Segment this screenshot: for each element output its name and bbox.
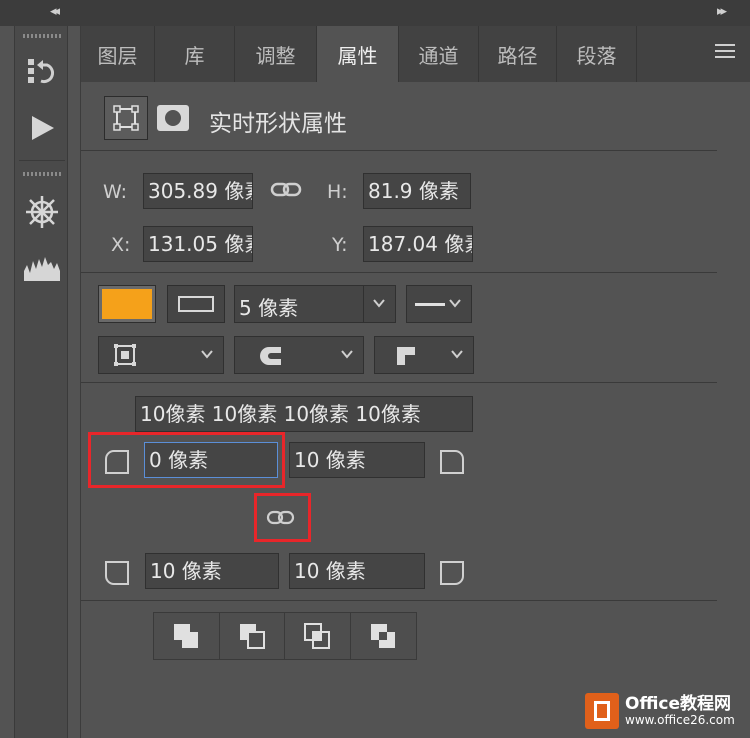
section-divider	[81, 382, 717, 383]
tool-column	[14, 26, 68, 738]
stroke-width-dropdown[interactable]: 5 像素	[234, 285, 396, 323]
y-position-field[interactable]: 187.04 像素	[363, 226, 473, 262]
tab-adjustments[interactable]: 调整	[235, 26, 317, 82]
navigator-wheel-icon[interactable]	[15, 188, 69, 236]
history-icon[interactable]	[15, 48, 69, 96]
section-divider	[81, 150, 717, 151]
toolstrip-grip[interactable]	[23, 34, 61, 38]
top-bar: ◂◂ ▸▸	[0, 0, 750, 26]
top-right-radius-field[interactable]: 10 像素	[289, 442, 425, 478]
stroke-type-dropdown[interactable]	[406, 285, 472, 323]
fill-color-swatch[interactable]	[98, 285, 156, 323]
stroke-cap-dropdown[interactable]	[234, 336, 364, 374]
bottom-left-radius-field[interactable]: 10 像素	[145, 553, 279, 589]
toolstrip-divider	[19, 160, 65, 161]
tab-channels[interactable]: 通道	[399, 26, 479, 82]
tab-paragraph[interactable]: 段落	[557, 26, 637, 82]
miter-join-icon	[397, 347, 415, 365]
height-label: H:	[327, 181, 348, 203]
office-logo-icon	[585, 693, 619, 729]
watermark-title: Office教程网	[625, 693, 732, 714]
bottom-right-radius-field[interactable]: 10 像素	[289, 553, 425, 589]
chevron-down-icon	[341, 350, 353, 359]
bottom-left-corner-icon	[105, 561, 129, 585]
properties-panel: 图层 库 调整 属性 通道 路径 段落 实时形状属性 W: 305.89 像素	[80, 26, 750, 738]
bottom-right-corner-icon	[440, 561, 464, 585]
highlight-box	[254, 493, 311, 542]
toolstrip	[0, 26, 80, 738]
toolstrip-grip[interactable]	[23, 172, 61, 176]
width-field[interactable]: 305.89 像素	[143, 173, 253, 209]
panel-tab-bar: 图层 库 调整 属性 通道 路径 段落	[81, 26, 750, 82]
highlight-box	[88, 432, 285, 488]
combine-shapes-icon[interactable]	[154, 613, 220, 659]
watermark-url: www.office26.com	[625, 712, 735, 727]
stroke-color-swatch[interactable]	[167, 285, 225, 323]
x-label: X:	[111, 234, 131, 256]
link-dimensions-icon[interactable]	[270, 178, 302, 206]
panel-menu-icon[interactable]	[715, 44, 735, 60]
exclude-overlapping-icon[interactable]	[350, 613, 416, 659]
height-field[interactable]: 81.9 像素	[363, 173, 471, 209]
chevron-down-icon	[201, 350, 213, 359]
expand-right-icon[interactable]: ▸▸	[717, 4, 727, 19]
mask-icon	[151, 96, 195, 140]
corner-radius-summary-field[interactable]: 10像素 10像素 10像素 10像素	[135, 396, 473, 432]
stroke-align-dropdown[interactable]	[98, 336, 224, 374]
site-watermark: Office教程网 www.office26.com	[585, 688, 747, 734]
round-cap-icon	[260, 347, 281, 365]
y-label: Y:	[332, 234, 348, 256]
tab-paths[interactable]: 路径	[479, 26, 557, 82]
chevron-down-icon	[449, 299, 461, 308]
path-operations-group	[153, 612, 417, 660]
histogram-icon[interactable]	[15, 244, 69, 292]
tab-libraries[interactable]: 库	[155, 26, 235, 82]
subtract-front-shape-icon[interactable]	[219, 613, 285, 659]
chevron-down-icon	[373, 299, 385, 308]
stroke-width-value: 5 像素	[239, 296, 299, 320]
shape-layer-icon	[104, 96, 148, 140]
top-right-corner-icon	[440, 450, 464, 474]
section-divider	[81, 272, 717, 273]
tab-layers[interactable]: 图层	[81, 26, 155, 82]
x-position-field[interactable]: 131.05 像素	[143, 226, 253, 262]
section-divider	[81, 600, 717, 601]
solid-line-icon	[415, 303, 445, 306]
stroke-align-inside-icon	[114, 344, 136, 366]
intersect-shape-areas-icon[interactable]	[285, 613, 351, 659]
stroke-join-dropdown[interactable]	[374, 336, 474, 374]
collapse-left-icon[interactable]: ◂◂	[50, 4, 60, 19]
chevron-down-icon	[451, 350, 463, 359]
panel-title: 实时形状属性	[209, 111, 347, 137]
tab-properties[interactable]: 属性	[317, 26, 399, 82]
play-action-icon[interactable]	[15, 104, 69, 152]
width-label: W:	[103, 181, 128, 203]
